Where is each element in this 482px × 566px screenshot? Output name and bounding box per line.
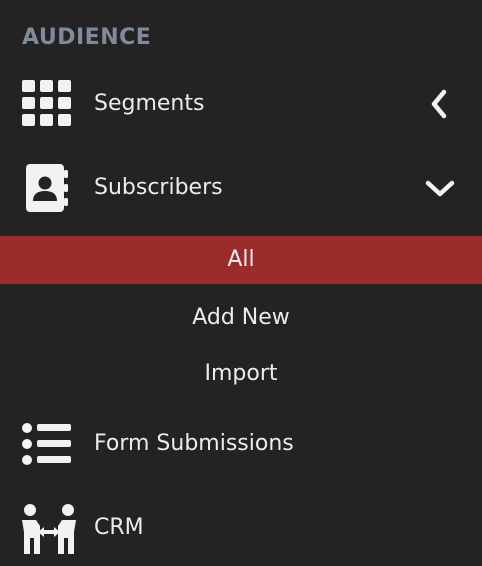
list-icon: [22, 420, 72, 468]
grid-icon: [22, 80, 72, 128]
section-title: AUDIENCE: [22, 25, 152, 50]
subnav-item-import[interactable]: Import: [0, 350, 482, 398]
nav-item-segments[interactable]: Segments: [0, 74, 482, 134]
form-submissions-label: Form Submissions: [94, 431, 294, 456]
chevron-down-icon[interactable]: [424, 172, 456, 204]
chevron-left-icon[interactable]: [424, 88, 456, 120]
nav-item-form-submissions[interactable]: Form Submissions: [0, 414, 482, 474]
handshake-arrows-icon: [22, 504, 76, 554]
subnav-item-add-new[interactable]: Add New: [0, 294, 482, 342]
crm-label: CRM: [94, 515, 144, 540]
segments-label: Segments: [94, 91, 205, 116]
nav-item-crm[interactable]: CRM: [0, 498, 482, 558]
address-book-icon: [22, 164, 72, 212]
subscribers-label: Subscribers: [94, 175, 223, 200]
subnav-item-all[interactable]: All: [0, 236, 482, 284]
nav-item-subscribers[interactable]: Subscribers: [0, 158, 482, 218]
